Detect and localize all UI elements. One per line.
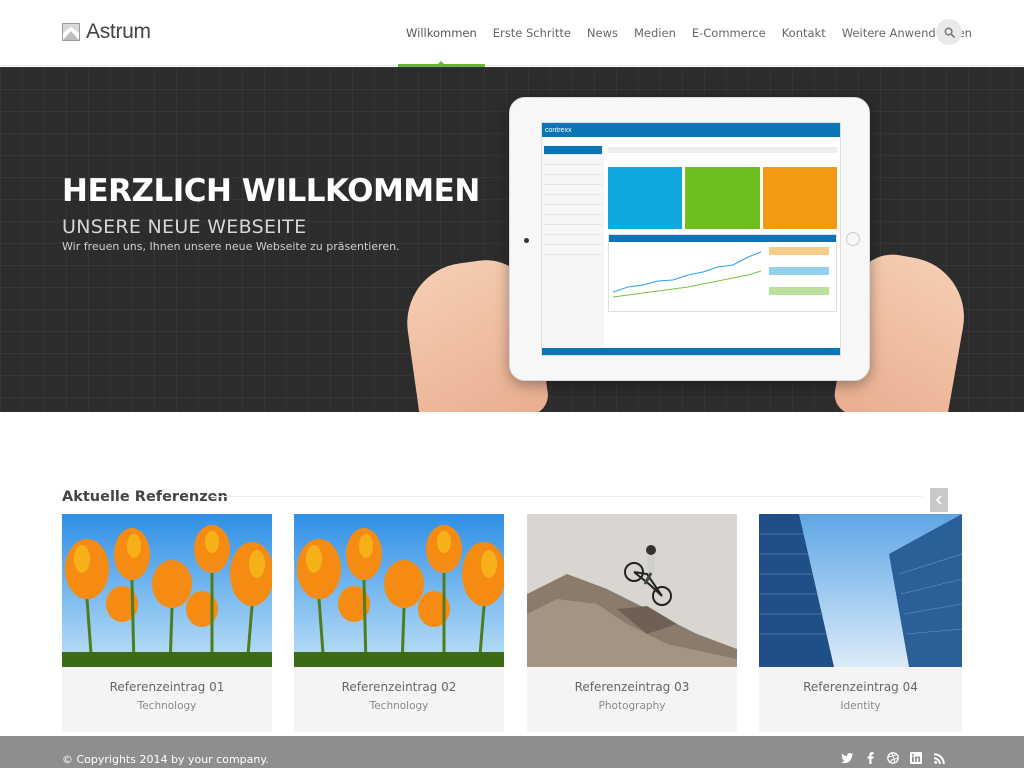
screen-tile-blue xyxy=(608,167,683,229)
reference-image-skyscrapers xyxy=(759,514,962,667)
hero-banner: HERZLICH WILLKOMMEN UNSERE NEUE WEBSEITE… xyxy=(0,67,1024,412)
reference-card[interactable]: Referenzeintrag 02 Technology xyxy=(294,514,504,732)
copyright-text: © Copyrights 2014 by your company. xyxy=(62,753,269,766)
references-divider xyxy=(210,496,922,497)
nav-label: Kontakt xyxy=(781,26,826,40)
references-title: Aktuelle Referenzen xyxy=(62,489,228,505)
search-button[interactable] xyxy=(936,19,962,45)
facebook-icon[interactable] xyxy=(863,751,877,765)
nav-item-willkommen[interactable]: Willkommen xyxy=(398,0,485,67)
reference-title: Referenzeintrag 03 xyxy=(574,680,690,694)
reference-title: Referenzeintrag 02 xyxy=(341,680,457,694)
nav-item-medien[interactable]: Medien xyxy=(626,0,684,66)
tablet-home-button xyxy=(846,232,860,246)
logo[interactable]: Astrum xyxy=(62,20,151,44)
screen-tile-orange xyxy=(762,167,837,229)
screen-topbar: contrexx xyxy=(542,123,840,137)
nav-item-erste-schritte[interactable]: Erste Schritte xyxy=(485,0,579,66)
search-icon xyxy=(944,27,955,38)
linkedin-icon[interactable] xyxy=(909,751,923,765)
site-header: Astrum Willkommen Erste Schritte News Me… xyxy=(0,0,1024,67)
rss-icon[interactable] xyxy=(932,751,946,765)
reference-title: Referenzeintrag 04 xyxy=(803,680,918,694)
nav-item-e-commerce[interactable]: E-Commerce xyxy=(684,0,774,66)
reference-image-flowers xyxy=(62,514,272,667)
reference-card[interactable]: Referenzeintrag 04 Identity xyxy=(759,514,962,732)
reference-category: Technology xyxy=(369,700,429,712)
reference-category: Photography xyxy=(598,700,666,712)
screen-chart xyxy=(608,234,837,312)
site-footer: © Copyrights 2014 by your company. xyxy=(0,736,1024,768)
dribbble-icon[interactable] xyxy=(886,751,900,765)
chevron-left-icon xyxy=(936,495,942,505)
social-links xyxy=(840,751,946,765)
tablet-camera xyxy=(524,238,529,243)
screen-brand: contrexx xyxy=(545,126,572,134)
twitter-icon[interactable] xyxy=(840,751,854,765)
nav-label: Medien xyxy=(634,26,676,40)
reference-category: Identity xyxy=(840,700,881,712)
logo-icon xyxy=(62,23,80,41)
screen-footer xyxy=(542,348,840,355)
nav-label: Willkommen xyxy=(406,26,477,40)
reference-title: Referenzeintrag 01 xyxy=(109,680,225,694)
reference-image-flowers xyxy=(294,514,504,667)
reference-image-mountain-biker xyxy=(527,514,737,667)
nav-item-news[interactable]: News xyxy=(579,0,626,66)
hero-title: HERZLICH WILLKOMMEN xyxy=(62,173,480,209)
screen-main xyxy=(608,145,837,347)
references-prev-button[interactable] xyxy=(930,488,948,512)
hero-text: Wir freuen uns, Ihnen unsere neue Websei… xyxy=(62,240,400,253)
screen-sidebar xyxy=(542,145,604,347)
reference-category: Technology xyxy=(137,700,197,712)
nav-label: Erste Schritte xyxy=(492,26,571,40)
hero-subtitle: UNSERE NEUE WEBSEITE xyxy=(62,216,307,238)
tablet-screen: contrexx xyxy=(541,122,841,356)
nav-label: News xyxy=(586,26,618,40)
reference-card[interactable]: Referenzeintrag 01 Technology xyxy=(62,514,272,732)
main-nav: Willkommen Erste Schritte News Medien E-… xyxy=(398,0,980,67)
logo-text: Astrum xyxy=(86,20,151,43)
nav-item-kontakt[interactable]: Kontakt xyxy=(774,0,834,66)
reference-card[interactable]: Referenzeintrag 03 Photography xyxy=(527,514,737,732)
screen-tile-green xyxy=(685,167,760,229)
tablet-mockup: contrexx xyxy=(509,97,870,381)
nav-label: E-Commerce xyxy=(691,26,766,40)
